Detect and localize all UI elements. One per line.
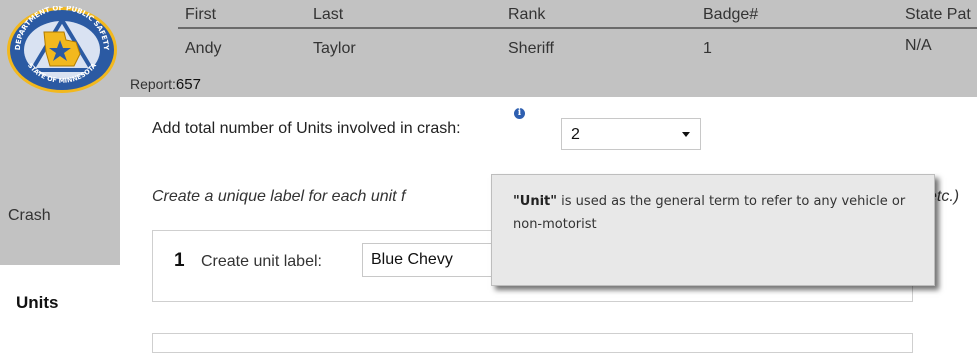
units-count-select[interactable]: 2 bbox=[561, 118, 701, 150]
report-value: 657 bbox=[175, 76, 201, 93]
sidebar-item-crash[interactable]: Crash bbox=[8, 207, 51, 225]
info-icon[interactable]: i bbox=[514, 108, 525, 119]
officer-first: Andy bbox=[185, 40, 222, 57]
header-bar: DEPARTMENT OF PUBLIC SAFETY STATE OF MIN… bbox=[0, 0, 977, 97]
mn-dps-logo-icon: DEPARTMENT OF PUBLIC SAFETY STATE OF MIN… bbox=[7, 6, 117, 93]
units-count-value: 2 bbox=[571, 126, 580, 143]
unit-entry-panel-2 bbox=[152, 333, 913, 353]
col-last: Last bbox=[313, 6, 344, 23]
tooltip-text: is used as the general term to refer to … bbox=[513, 194, 906, 232]
col-first: First bbox=[185, 6, 217, 23]
unit-definition-tooltip: "Unit" is used as the general term to re… bbox=[491, 174, 935, 286]
sidebar-item-units-label: Units bbox=[16, 293, 59, 312]
officer-badge: 1 bbox=[703, 40, 712, 57]
officer-state-patrol: N/A bbox=[905, 37, 932, 54]
col-state-patrol: State Pat bbox=[905, 6, 971, 23]
unit-number: 1 bbox=[174, 250, 185, 271]
units-count-label: Add total number of Units involved in cr… bbox=[152, 120, 461, 137]
report-label: Report: bbox=[130, 76, 176, 92]
tooltip-term: "Unit" bbox=[513, 194, 558, 209]
officer-rank: Sheriff bbox=[508, 40, 554, 57]
unit-label-input[interactable] bbox=[362, 243, 512, 277]
chevron-down-icon bbox=[682, 132, 690, 137]
report-number: Report:657 bbox=[130, 76, 201, 93]
unit-label-caption: Create unit label: bbox=[201, 253, 322, 270]
sidebar-item-units[interactable]: Units bbox=[0, 265, 120, 339]
header-divider bbox=[178, 27, 977, 29]
unit-label-instruction: Create a unique label for each unit f bbox=[152, 188, 406, 205]
col-rank: Rank bbox=[508, 6, 546, 23]
col-badge: Badge# bbox=[703, 6, 759, 23]
officer-last: Taylor bbox=[313, 40, 356, 57]
